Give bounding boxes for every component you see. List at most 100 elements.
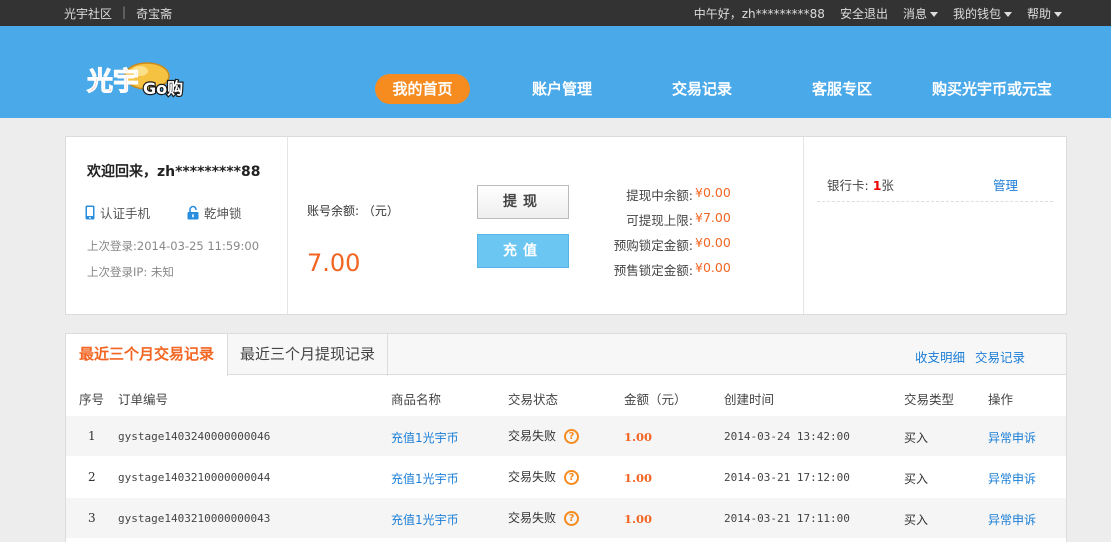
qiankun-lock-label: 乾坤锁	[204, 206, 242, 221]
column-header: 创建时间	[724, 392, 775, 407]
appeal-link[interactable]: 异常申诉	[988, 429, 1036, 446]
bank-card-unit: 张	[881, 178, 894, 193]
withdraw-button[interactable]: 提现	[477, 185, 569, 219]
product-link[interactable]: 充值1光宇币	[391, 429, 459, 446]
messages-label: 消息	[902, 7, 927, 21]
tab-recent-transactions[interactable]: 最近三个月交易记录	[66, 334, 228, 376]
divider	[287, 137, 288, 314]
product-link[interactable]: 充值1光宇币	[391, 511, 459, 528]
order-number: gystage1403210000000044	[118, 471, 271, 484]
balance-value: 7.00	[307, 249, 361, 277]
divider: |	[122, 5, 127, 19]
status-text: 交易失败	[508, 429, 557, 443]
bank-card-label: 银行卡:	[827, 178, 869, 193]
wallet-menu[interactable]: 我的钱包	[953, 5, 1012, 22]
column-header: 交易状态	[508, 392, 559, 407]
amount-row: 可提现上限: ¥7.00	[586, 210, 756, 229]
last-login-time: 上次登录:2014-03-25 11:59:00	[87, 239, 260, 253]
status-cell: 交易失败?	[508, 509, 580, 526]
site-logo[interactable]: 光宇 Go购	[85, 56, 200, 100]
question-icon[interactable]: ?	[564, 429, 580, 444]
column-header: 商品名称	[391, 392, 442, 407]
logo-go-text: Go购	[143, 79, 183, 98]
amount-value: 1.00	[624, 512, 653, 526]
column-header: 操作	[988, 392, 1014, 407]
nav-buy-coins[interactable]: 购买光宇币或元宝	[917, 74, 1067, 104]
wallet-label: 我的钱包	[952, 7, 1001, 21]
status-cell: 交易失败?	[508, 468, 580, 485]
chevron-down-icon	[929, 12, 938, 17]
table-row: 1 gystage1403240000000046 充值1光宇币 交易失败? 1…	[66, 416, 1066, 456]
bank-manage-link[interactable]: 管理	[993, 175, 1018, 194]
recharge-button[interactable]: 充值	[477, 234, 569, 268]
main-nav: 我的首页 账户管理 交易记录 客服专区 购买光宇币或元宝	[375, 74, 1067, 104]
divider	[817, 201, 1053, 202]
phone-icon	[85, 205, 95, 220]
amount-row: 预售锁定金额: ¥0.00	[586, 260, 756, 279]
amount-label: 预购锁定金额:	[613, 238, 693, 253]
main-header: 光宇 Go购 我的首页 账户管理 交易记录 客服专区 购买光宇币或元宝	[0, 26, 1111, 118]
amount-value: 1.00	[624, 430, 653, 444]
row-number: 2	[88, 470, 96, 484]
logout-link[interactable]: 安全退出	[840, 5, 888, 22]
column-header: 金额（元）	[624, 392, 687, 407]
status-text: 交易失败	[508, 511, 557, 525]
chevron-down-icon	[1003, 12, 1012, 17]
chevron-down-icon	[1054, 12, 1062, 17]
amount-value: ¥0.00	[695, 235, 731, 250]
shop-link[interactable]: 奇宝斋	[136, 5, 172, 22]
logo-text: 光宇	[86, 67, 139, 97]
status-cell: 交易失败?	[508, 427, 580, 444]
verify-phone-label: 认证手机	[100, 206, 151, 221]
verify-phone-item[interactable]: 认证手机	[85, 203, 150, 222]
tab-recent-withdrawals[interactable]: 最近三个月提现记录	[228, 334, 388, 376]
amount-row: 提现中余额: ¥0.00	[586, 185, 756, 204]
transaction-records-link[interactable]: 交易记录	[975, 347, 1025, 366]
nav-home[interactable]: 我的首页	[375, 74, 470, 104]
amount-value: ¥0.00	[695, 185, 731, 200]
order-number: gystage1403210000000043	[118, 512, 271, 525]
column-header: 订单编号	[118, 392, 169, 407]
records-tabs: 最近三个月交易记录 最近三个月提现记录 收支明细 交易记录	[66, 334, 1066, 376]
amount-label: 可提现上限:	[626, 213, 693, 228]
bank-card-info: 银行卡: 1张	[827, 175, 894, 194]
transaction-type: 买入	[904, 513, 929, 527]
amount-value: 1.00	[624, 471, 653, 485]
created-time: 2014-03-21 17:11:00	[724, 512, 850, 525]
income-expense-link[interactable]: 收支明细	[915, 347, 965, 366]
balance-label: 账号余额: （元）	[307, 204, 399, 218]
greeting-text: 中午好，zh*********88	[693, 7, 825, 21]
question-icon[interactable]: ?	[564, 470, 580, 485]
table-row: 3 gystage1403210000000043 充值1光宇币 交易失败? 1…	[66, 498, 1066, 538]
lock-icon	[187, 205, 199, 220]
table-row: 2 gystage1403210000000044 充值1光宇币 交易失败? 1…	[66, 457, 1066, 497]
appeal-link[interactable]: 异常申诉	[988, 511, 1036, 528]
question-icon[interactable]: ?	[564, 511, 580, 526]
records-panel: 最近三个月交易记录 最近三个月提现记录 收支明细 交易记录 序号 订单编号 商品…	[65, 333, 1067, 542]
site-community-link[interactable]: 光宇社区	[64, 5, 112, 22]
appeal-link[interactable]: 异常申诉	[988, 470, 1036, 487]
amount-value: ¥7.00	[695, 210, 731, 225]
created-time: 2014-03-24 13:42:00	[724, 430, 850, 443]
transaction-type: 买入	[904, 431, 929, 445]
help-label: 帮助	[1026, 7, 1051, 21]
nav-customer-service[interactable]: 客服专区	[792, 74, 892, 104]
row-number: 3	[88, 511, 96, 525]
qiankun-lock-item[interactable]: 乾坤锁	[187, 203, 242, 222]
amount-value: ¥0.00	[695, 260, 731, 275]
account-panel: 欢迎回来，zh*********88 认证手机 乾坤锁 上次登录:2014-03…	[65, 136, 1067, 315]
nav-transactions[interactable]: 交易记录	[652, 74, 752, 104]
amount-row: 预购锁定金额: ¥0.00	[586, 235, 756, 254]
row-number: 1	[88, 429, 96, 443]
created-time: 2014-03-21 17:12:00	[724, 471, 850, 484]
help-menu[interactable]: 帮助	[1027, 5, 1062, 22]
status-text: 交易失败	[508, 470, 557, 484]
product-link[interactable]: 充值1光宇币	[391, 470, 459, 487]
amount-label: 提现中余额:	[626, 188, 693, 203]
nav-account[interactable]: 账户管理	[512, 74, 612, 104]
last-login-ip: 上次登录IP: 未知	[87, 265, 174, 279]
transaction-type: 买入	[904, 472, 929, 486]
messages-menu[interactable]: 消息	[903, 5, 938, 22]
amount-label: 预售锁定金额:	[613, 263, 693, 278]
divider	[803, 137, 804, 314]
